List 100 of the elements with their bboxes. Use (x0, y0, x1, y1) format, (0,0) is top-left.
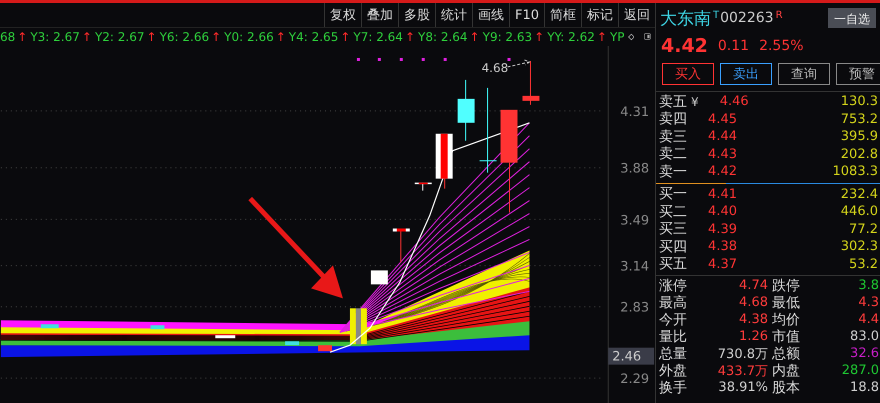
panel-toggle-icon[interactable] (644, 31, 651, 42)
candlestick (436, 134, 453, 190)
candlestick (522, 60, 540, 106)
bid-level-label: 买三 (659, 220, 687, 238)
candlestick (458, 79, 475, 142)
stat-value: 287.0 (840, 363, 880, 378)
stock-tag: R (776, 10, 783, 21)
bid-level-label: 买二 (659, 202, 687, 221)
highlight-bar (350, 308, 367, 344)
up-arrow-icon: ↑ (82, 30, 92, 44)
up-arrow-icon: ↑ (470, 30, 480, 44)
stat-label: 股本 (772, 378, 801, 396)
indicator-value: Y6: 2.66 (160, 30, 210, 44)
ask-level-label: 卖三 (659, 128, 687, 146)
stat-label: 换手 (659, 378, 688, 396)
bid-volume: 77.2 (848, 222, 879, 237)
candlestick (392, 228, 410, 263)
up-arrow-icon: ↑ (596, 30, 607, 44)
stat-label: 最高 (659, 294, 688, 312)
stat-label: 涨停 (659, 276, 688, 294)
candlestick (40, 324, 59, 328)
axis-label: 3.88 (620, 162, 650, 177)
stock-code: 002263 (720, 10, 774, 26)
ask-price: 4.43 (707, 146, 737, 162)
indicator-value: Y8: 2.64 (418, 30, 468, 44)
up-arrow-icon: ↑ (17, 30, 28, 44)
indicator-value: YY: 2.62 (547, 30, 595, 44)
axis-label: 4.31 (620, 104, 650, 120)
action-button[interactable]: 预警 (836, 63, 880, 85)
bid-price: 4.38 (707, 239, 737, 254)
stat-label: 外盘 (659, 362, 688, 380)
stat-value: 83.0 (849, 329, 880, 344)
high-price-label: 4.68 (482, 60, 508, 75)
bid-volume: 53.2 (848, 256, 879, 272)
axis-label: 3.49 (620, 213, 650, 228)
up-arrow-icon: ↑ (146, 30, 157, 44)
stat-value: 4.38 (738, 312, 769, 327)
up-arrow-icon: ↑ (534, 30, 544, 44)
stock-tag: T (713, 10, 720, 21)
bid-volume: 302.3 (840, 239, 879, 254)
stat-label: 量比 (659, 328, 688, 346)
leader-line (507, 59, 530, 68)
candlestick (370, 270, 388, 284)
action-button[interactable]: 查询 (778, 63, 830, 85)
percent-change: 2.55% (759, 38, 804, 54)
indicator-value: Y2: 2.67 (94, 30, 144, 44)
candlestick (318, 345, 332, 352)
stat-label: 均价 (772, 310, 801, 328)
indicator-value: Y7: 2.64 (353, 30, 403, 44)
stat-value: 730.8万 (716, 346, 769, 362)
ask-level-label: 卖一 (659, 162, 687, 181)
indicator-value: Y4: 2.65 (288, 30, 338, 44)
indicator-value: Y3: 2.67 (30, 30, 80, 44)
indicator-value: 68 (0, 30, 16, 44)
ask-price: 4.46 (718, 94, 749, 110)
stat-value: 38.91% (717, 380, 769, 395)
bid-price: 4.39 (707, 222, 737, 237)
stat-value: 1.26 (738, 329, 769, 344)
ask-level-label: 卖五 (659, 92, 687, 111)
ask-volume: 130.3 (840, 94, 879, 110)
stat-value: 4.74 (738, 278, 769, 293)
stat-label: 总额 (772, 344, 801, 362)
stat-label: 总量 (659, 344, 688, 362)
up-arrow-icon: ↑ (276, 30, 286, 44)
stat-label: 跌停 (772, 276, 801, 294)
ask-level-label: 卖四 (659, 110, 687, 128)
up-arrow-icon: ↑ (404, 30, 415, 44)
bid-price: 4.41 (707, 186, 737, 202)
stat-value: 4.3 (857, 295, 880, 310)
stat-value: 4.68 (738, 295, 769, 310)
bid-volume: 232.4 (840, 186, 879, 202)
bid-level-label: 买四 (659, 238, 687, 256)
ask-volume: 202.8 (840, 146, 879, 162)
indicator-value: Y9: 2.63 (482, 30, 532, 44)
price-tag: 2.46 (608, 348, 654, 365)
stat-label: 今开 (659, 310, 688, 328)
axis-label: 2.29 (620, 372, 650, 388)
candlestick (285, 341, 300, 346)
candlestick (414, 182, 432, 192)
up-arrow-icon: ↑ (211, 30, 222, 44)
ask-price: 4.45 (707, 112, 737, 127)
last-price: 4.42 (661, 35, 708, 57)
ask-level-label: 卖二 (659, 145, 687, 164)
candlestick (150, 325, 164, 330)
bid-level-label: 买五 (659, 255, 687, 274)
ask-volume: 395.9 (840, 129, 879, 144)
action-button[interactable]: 卖出 (720, 63, 772, 85)
bid-price: 4.40 (707, 204, 737, 220)
bid-volume: 446.0 (840, 204, 879, 220)
indicator-value: Y0: 2.66 (224, 30, 274, 44)
stat-label: 内盘 (772, 362, 801, 380)
stat-value: 32.6 (849, 346, 880, 361)
action-button[interactable]: 买入 (662, 63, 714, 85)
up-arrow-icon: ↑ (340, 30, 350, 44)
watchlist-button[interactable]: 一自选 (828, 8, 876, 28)
stat-value: 18.8 (849, 380, 880, 395)
indicator-value: YP (610, 30, 625, 44)
ask-price: 4.42 (707, 164, 737, 180)
ask-volume: 1083.3 (832, 164, 879, 180)
price-change: 0.11 (718, 38, 750, 54)
